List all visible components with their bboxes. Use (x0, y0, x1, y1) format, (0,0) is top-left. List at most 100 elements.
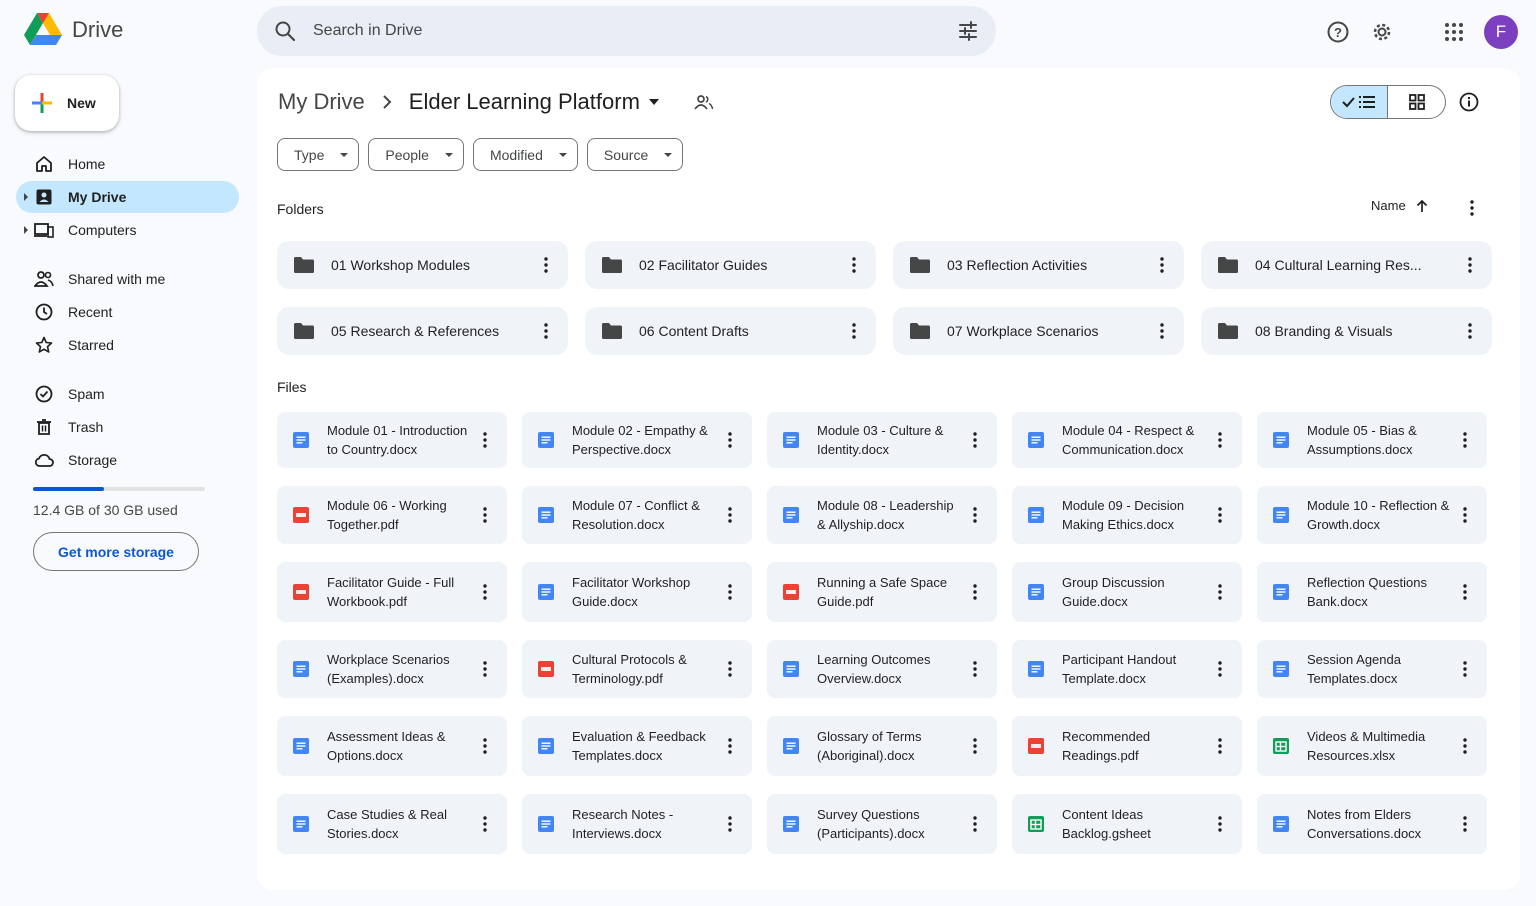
help-icon[interactable]: ? (1318, 12, 1358, 52)
folder-item[interactable]: 03 Reflection Activities (893, 241, 1184, 289)
more-vert-icon[interactable] (1455, 430, 1475, 450)
grid-view-button[interactable] (1388, 86, 1445, 118)
file-item[interactable]: Learning Outcomes Overview.docx (767, 640, 997, 698)
search-icon[interactable] (273, 19, 297, 43)
folder-item[interactable]: 06 Content Drafts (585, 307, 876, 355)
list-view-button[interactable] (1331, 86, 1388, 118)
apps-grid-icon[interactable] (1434, 12, 1474, 52)
more-vert-icon[interactable] (965, 582, 985, 602)
file-item[interactable]: Module 03 - Culture & Identity.docx (767, 412, 997, 468)
filter-modified[interactable]: Modified (472, 138, 578, 171)
folder-item[interactable]: 04 Cultural Learning Res... (1201, 241, 1492, 289)
more-vert-icon[interactable] (720, 814, 740, 834)
shared-folder-people-icon[interactable] (694, 94, 714, 110)
more-vert-icon[interactable] (1455, 814, 1475, 834)
file-item[interactable]: Module 06 - Working Together.pdf (277, 486, 507, 544)
more-vert-icon[interactable] (475, 505, 495, 525)
sidebar-item-starred[interactable]: Starred (16, 329, 239, 361)
more-vert-icon[interactable] (965, 736, 985, 756)
more-vert-icon[interactable] (1210, 430, 1230, 450)
file-item[interactable]: Cultural Protocols & Terminology.pdf (522, 640, 752, 698)
more-vert-icon[interactable] (1210, 505, 1230, 525)
file-item[interactable]: Case Studies & Real Stories.docx (277, 794, 507, 854)
file-item[interactable]: Workplace Scenarios (Examples).docx (277, 640, 507, 698)
folder-item[interactable]: 05 Research & References (277, 307, 568, 355)
file-item[interactable]: Module 10 - Reflection & Growth.docx (1257, 486, 1487, 544)
sidebar-item-shared-with-me[interactable]: Shared with me (16, 263, 239, 295)
folder-item[interactable]: 07 Workplace Scenarios (893, 307, 1184, 355)
file-item[interactable]: Facilitator Guide - Full Workbook.pdf (277, 562, 507, 622)
drive-logo[interactable]: Drive (24, 13, 123, 47)
more-vert-icon[interactable] (720, 659, 740, 679)
file-item[interactable]: Module 08 - Leadership & Allyship.docx (767, 486, 997, 544)
file-item[interactable]: Module 09 - Decision Making Ethics.docx (1012, 486, 1242, 544)
more-vert-icon[interactable] (720, 736, 740, 756)
more-vert-icon[interactable] (844, 255, 864, 275)
account-avatar[interactable]: F (1484, 15, 1518, 49)
more-vert-icon[interactable] (720, 582, 740, 602)
file-item[interactable]: Notes from Elders Conversations.docx (1257, 794, 1487, 854)
more-vert-icon[interactable] (1460, 321, 1480, 341)
file-item[interactable]: Assessment Ideas & Options.docx (277, 716, 507, 776)
more-vert-icon[interactable] (536, 255, 556, 275)
file-item[interactable]: Content Ideas Backlog.gsheet (1012, 794, 1242, 854)
file-item[interactable]: Session Agenda Templates.docx (1257, 640, 1487, 698)
file-item[interactable]: Research Notes - Interviews.docx (522, 794, 752, 854)
more-vert-icon[interactable] (475, 659, 495, 679)
file-item[interactable]: Evaluation & Feedback Templates.docx (522, 716, 752, 776)
sidebar-item-home[interactable]: Home (16, 148, 239, 180)
search-options-icon[interactable] (956, 19, 980, 43)
sidebar-item-trash[interactable]: Trash (16, 411, 239, 443)
file-item[interactable]: Module 01 - Introduction to Country.docx (277, 412, 507, 468)
filter-type[interactable]: Type (277, 138, 360, 171)
more-vert-icon[interactable] (475, 814, 495, 834)
breadcrumb-current-folder[interactable]: Elder Learning Platform (409, 89, 714, 115)
get-more-storage-button[interactable]: Get more storage (33, 532, 199, 571)
sidebar-item-storage[interactable]: Storage (16, 444, 239, 476)
sidebar-item-spam[interactable]: Spam (16, 378, 239, 410)
breadcrumb-my-drive[interactable]: My Drive (278, 89, 365, 115)
more-vert-icon[interactable] (475, 582, 495, 602)
more-vert-icon[interactable] (1210, 814, 1230, 834)
file-item[interactable]: Participant Handout Template.docx (1012, 640, 1242, 698)
more-vert-icon[interactable] (965, 814, 985, 834)
sidebar-item-recent[interactable]: Recent (16, 296, 239, 328)
more-vert-icon[interactable] (1210, 659, 1230, 679)
settings-gear-icon[interactable] (1362, 12, 1402, 52)
filter-source[interactable]: Source (586, 138, 684, 171)
file-item[interactable]: Facilitator Workshop Guide.docx (522, 562, 752, 622)
folder-item[interactable]: 01 Workshop Modules (277, 241, 568, 289)
file-item[interactable]: Running a Safe Space Guide.pdf (767, 562, 997, 622)
more-vert-icon[interactable] (844, 321, 864, 341)
file-item[interactable]: Survey Questions (Participants).docx (767, 794, 997, 854)
more-vert-icon[interactable] (965, 505, 985, 525)
more-vert-icon[interactable] (1152, 321, 1172, 341)
more-vert-icon[interactable] (1455, 582, 1475, 602)
file-item[interactable]: Module 07 - Conflict & Resolution.docx (522, 486, 752, 544)
more-vert-icon[interactable] (475, 430, 495, 450)
sidebar-item-my-drive[interactable]: My Drive (16, 181, 239, 213)
more-vert-icon[interactable] (965, 659, 985, 679)
file-item[interactable]: Module 04 - Respect & Communication.docx (1012, 412, 1242, 468)
search-input[interactable]: Search in Drive (313, 22, 956, 40)
more-vert-icon[interactable] (1152, 255, 1172, 275)
more-vert-icon[interactable] (1460, 196, 1484, 220)
folder-item[interactable]: 02 Facilitator Guides (585, 241, 876, 289)
filter-people[interactable]: People (368, 138, 464, 171)
more-vert-icon[interactable] (720, 430, 740, 450)
more-vert-icon[interactable] (1455, 505, 1475, 525)
more-vert-icon[interactable] (1210, 582, 1230, 602)
more-vert-icon[interactable] (475, 736, 495, 756)
sort-by-name[interactable]: Name (1371, 198, 1428, 213)
file-item[interactable]: Videos & Multimedia Resources.xlsx (1257, 716, 1487, 776)
file-item[interactable]: Glossary of Terms (Aboriginal).docx (767, 716, 997, 776)
file-item[interactable]: Group Discussion Guide.docx (1012, 562, 1242, 622)
more-vert-icon[interactable] (1455, 736, 1475, 756)
more-vert-icon[interactable] (720, 505, 740, 525)
file-item[interactable]: Module 05 - Bias & Assumptions.docx (1257, 412, 1487, 468)
search-bar[interactable]: Search in Drive (257, 6, 996, 56)
folder-item[interactable]: 08 Branding & Visuals (1201, 307, 1492, 355)
file-item[interactable]: Module 02 - Empathy & Perspective.docx (522, 412, 752, 468)
more-vert-icon[interactable] (1210, 736, 1230, 756)
more-vert-icon[interactable] (1460, 255, 1480, 275)
